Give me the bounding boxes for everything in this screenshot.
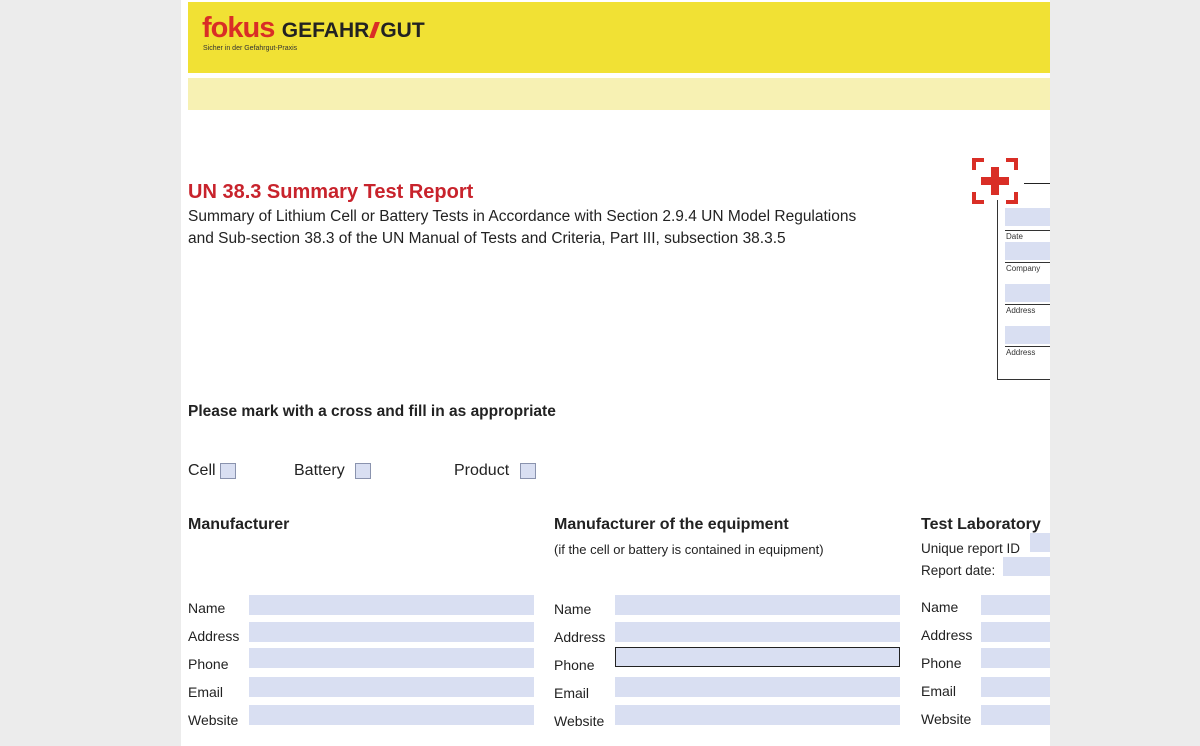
report-date-field[interactable] [1003, 557, 1050, 576]
lab-email-label: Email [921, 683, 957, 699]
product-checkbox[interactable] [520, 463, 536, 479]
date-field[interactable] [1005, 208, 1050, 226]
manufacturer-heading: Manufacturer [188, 516, 290, 533]
lab-website-field[interactable] [981, 705, 1050, 725]
logo-gefahr: GEFAHR [281, 19, 370, 42]
battery-checkbox[interactable] [355, 463, 371, 479]
equipment-name-label: Name [554, 601, 592, 617]
report-title: UN 38.3 Summary Test Report [188, 181, 474, 203]
equipment-email-label: Email [554, 685, 590, 701]
address-field-1[interactable] [1005, 284, 1050, 302]
equipment-address-label: Address [554, 629, 606, 645]
company-underline [1005, 262, 1050, 263]
manufacturer-name-label: Name [188, 600, 226, 616]
lab-email-field[interactable] [981, 677, 1050, 697]
report-subtitle: Summary of Lithium Cell or Battery Tests… [188, 206, 856, 250]
address-label-1: Address [1006, 306, 1036, 315]
date-underline [1005, 230, 1050, 231]
product-label: Product [454, 462, 510, 479]
date-label: Date [1006, 232, 1023, 241]
cell-checkbox[interactable] [220, 463, 236, 479]
header-subbar [188, 78, 1050, 110]
equipment-name-field[interactable] [615, 595, 900, 615]
manufacturer-website-field[interactable] [249, 705, 534, 725]
lab-phone-field[interactable] [981, 648, 1050, 668]
manufacturer-website-label: Website [188, 712, 239, 728]
address-underline-2 [1005, 346, 1050, 347]
subtitle-line-2: and Sub-section 38.3 of the UN Manual of… [188, 230, 786, 247]
report-page: fokus GEFAHR GUT Sicher in der Gefahrgut-… [181, 0, 1050, 746]
lab-address-label: Address [921, 627, 973, 643]
equipment-manufacturer-note: (if the cell or battery is contained in … [554, 542, 824, 557]
report-date-label: Report date: [921, 563, 996, 578]
address-field-2[interactable] [1005, 326, 1050, 344]
manufacturer-address-field[interactable] [249, 622, 534, 642]
unique-report-id-field[interactable] [1030, 533, 1050, 552]
manufacturer-name-field[interactable] [249, 595, 534, 615]
manufacturer-phone-field[interactable] [249, 648, 534, 668]
cell-label: Cell [188, 462, 216, 479]
test-laboratory-heading: Test Laboratory [921, 516, 1041, 533]
sender-info-box: Date Company Address Address [997, 200, 1050, 380]
manufacturer-phone-label: Phone [188, 656, 229, 672]
lab-name-field[interactable] [981, 595, 1050, 615]
logo-gut: GUT [380, 19, 425, 42]
crosshair-logo-icon [972, 158, 1018, 204]
address-label-2: Address [1006, 348, 1036, 357]
logo-rule [1024, 183, 1050, 184]
lab-website-label: Website [921, 711, 972, 727]
equipment-address-field[interactable] [615, 622, 900, 642]
company-field[interactable] [1005, 242, 1050, 260]
lab-phone-label: Phone [921, 655, 962, 671]
lab-name-label: Name [921, 599, 959, 615]
company-label: Company [1006, 264, 1041, 273]
equipment-phone-label: Phone [554, 657, 595, 673]
manufacturer-email-field[interactable] [249, 677, 534, 697]
logo-fokus: fokus [202, 12, 275, 44]
equipment-website-label: Website [554, 713, 605, 729]
instructions: Please mark with a cross and fill in as … [188, 403, 556, 420]
equipment-phone-field[interactable] [615, 647, 900, 667]
lab-address-field[interactable] [981, 622, 1050, 642]
battery-label: Battery [294, 462, 345, 479]
brand-tagline: Sicher in der Gefahrgut-Praxis [203, 45, 298, 52]
manufacturer-address-label: Address [188, 628, 240, 644]
brand-logo: fokus GEFAHR GUT [202, 12, 425, 45]
manufacturer-email-label: Email [188, 684, 224, 700]
unique-report-id-label: Unique report ID [921, 541, 1021, 556]
equipment-manufacturer-heading: Manufacturer of the equipment [554, 516, 789, 533]
equipment-website-field[interactable] [615, 705, 900, 725]
address-underline-1 [1005, 304, 1050, 305]
equipment-email-field[interactable] [615, 677, 900, 697]
subtitle-line-1: Summary of Lithium Cell or Battery Tests… [188, 208, 857, 225]
logo-slash-icon [369, 22, 381, 38]
brand-header: fokus GEFAHR GUT Sicher in der Gefahrgut-… [188, 2, 1050, 73]
